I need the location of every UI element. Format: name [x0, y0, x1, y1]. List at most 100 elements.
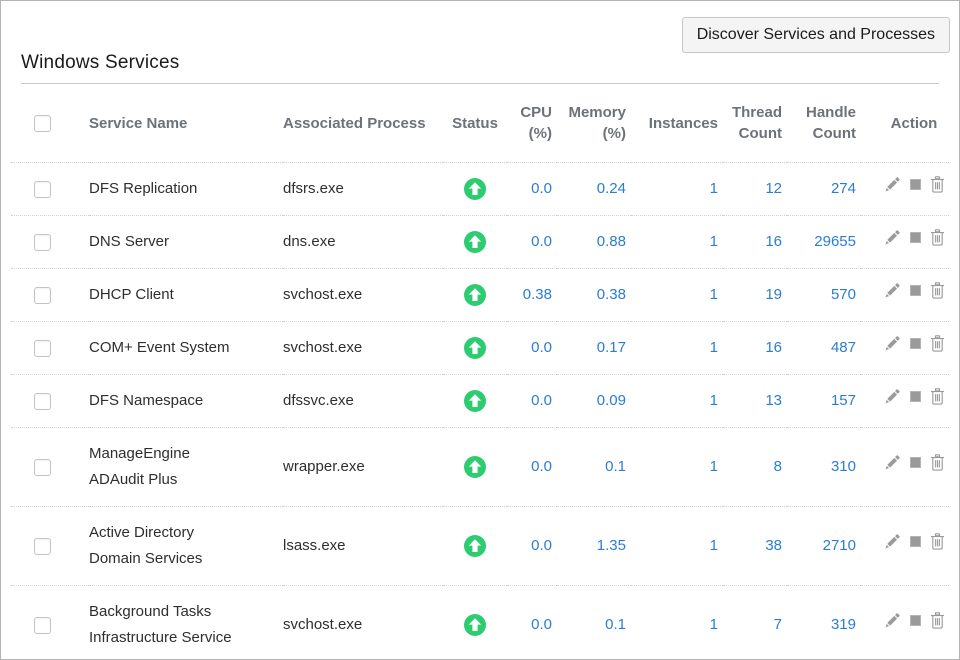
- stop-square-icon[interactable]: [910, 536, 921, 547]
- select-all-cell: [11, 84, 89, 163]
- action-icons: [884, 335, 945, 352]
- row-checkbox-cell: [11, 163, 89, 216]
- stop-square-icon[interactable]: [910, 285, 921, 296]
- handle-count-value: 274: [787, 163, 861, 216]
- memory-value: 0.1: [557, 586, 631, 660]
- delete-trash-icon[interactable]: [930, 388, 945, 405]
- services-table: Service Name Associated Process Status C…: [11, 84, 949, 660]
- row-checkbox[interactable]: [34, 617, 51, 634]
- table-row: DHCP Client svchost.exe 0.38 0.38 1 19 5…: [11, 269, 949, 322]
- row-checkbox-cell: [11, 322, 89, 375]
- action-cell: [861, 428, 949, 507]
- page-title: Windows Services: [21, 52, 939, 74]
- action-cell: [861, 216, 949, 269]
- row-checkbox[interactable]: [34, 234, 51, 251]
- table-row: Active Directory Domain Services lsass.e…: [11, 507, 949, 586]
- delete-trash-icon[interactable]: [930, 229, 945, 246]
- delete-trash-icon[interactable]: [930, 282, 945, 299]
- stop-square-icon[interactable]: [910, 457, 921, 468]
- action-cell: [861, 269, 949, 322]
- action-icons: [884, 454, 945, 471]
- status-cell: [443, 216, 507, 269]
- status-up-icon: [464, 231, 486, 253]
- row-checkbox[interactable]: [34, 459, 51, 476]
- row-checkbox-cell: [11, 428, 89, 507]
- edit-pencil-icon[interactable]: [884, 229, 901, 246]
- delete-trash-icon[interactable]: [930, 533, 945, 550]
- service-name: DNS Server: [89, 233, 169, 250]
- delete-trash-icon[interactable]: [930, 612, 945, 629]
- row-checkbox[interactable]: [34, 181, 51, 198]
- action-icons: [884, 612, 945, 629]
- row-checkbox-cell: [11, 586, 89, 660]
- column-header-associated-process[interactable]: Associated Process: [283, 84, 443, 163]
- delete-trash-icon[interactable]: [930, 176, 945, 193]
- windows-services-page: Discover Services and Processes Windows …: [0, 0, 960, 660]
- action-icons: [884, 176, 945, 193]
- cpu-value: 0.0: [507, 375, 557, 428]
- associated-process: svchost.exe: [283, 586, 443, 660]
- edit-pencil-icon[interactable]: [884, 612, 901, 629]
- service-name: DHCP Client: [89, 286, 174, 303]
- thread-count-value: 8: [723, 428, 787, 507]
- status-up-icon: [464, 337, 486, 359]
- cpu-value: 0.0: [507, 428, 557, 507]
- cpu-value: 0.0: [507, 586, 557, 660]
- edit-pencil-icon[interactable]: [884, 533, 901, 550]
- column-header-status[interactable]: Status: [443, 84, 507, 163]
- stop-square-icon[interactable]: [910, 615, 921, 626]
- associated-process: dfsrs.exe: [283, 163, 443, 216]
- row-checkbox[interactable]: [34, 393, 51, 410]
- column-header-service-name[interactable]: Service Name: [89, 84, 283, 163]
- thread-count-value: 7: [723, 586, 787, 660]
- stop-square-icon[interactable]: [910, 338, 921, 349]
- services-table-body: DFS Replication dfsrs.exe 0.0 0.24 1 12 …: [11, 163, 949, 660]
- cpu-value: 0.0: [507, 163, 557, 216]
- cpu-value: 0.0: [507, 507, 557, 586]
- column-header-handle-count[interactable]: Handle Count: [787, 84, 861, 163]
- memory-value: 0.1: [557, 428, 631, 507]
- status-cell: [443, 375, 507, 428]
- stop-square-icon[interactable]: [910, 232, 921, 243]
- cpu-value: 0.38: [507, 269, 557, 322]
- memory-value: 0.09: [557, 375, 631, 428]
- handle-count-value: 29655: [787, 216, 861, 269]
- edit-pencil-icon[interactable]: [884, 176, 901, 193]
- handle-count-value: 570: [787, 269, 861, 322]
- row-checkbox[interactable]: [34, 538, 51, 555]
- status-up-icon: [464, 390, 486, 412]
- column-header-cpu[interactable]: CPU (%): [507, 84, 557, 163]
- stop-square-icon[interactable]: [910, 179, 921, 190]
- memory-value: 0.17: [557, 322, 631, 375]
- row-checkbox[interactable]: [34, 340, 51, 357]
- associated-process: svchost.exe: [283, 322, 443, 375]
- action-icons: [884, 388, 945, 405]
- delete-trash-icon[interactable]: [930, 335, 945, 352]
- service-name: DFS Replication: [89, 180, 197, 197]
- row-checkbox[interactable]: [34, 287, 51, 304]
- stop-square-icon[interactable]: [910, 391, 921, 402]
- discover-services-button[interactable]: Discover Services and Processes: [682, 17, 950, 53]
- status-cell: [443, 507, 507, 586]
- thread-count-value: 19: [723, 269, 787, 322]
- row-checkbox-cell: [11, 375, 89, 428]
- column-header-instances[interactable]: Instances: [631, 84, 723, 163]
- thread-count-value: 16: [723, 322, 787, 375]
- instances-value: 1: [631, 507, 723, 586]
- edit-pencil-icon[interactable]: [884, 335, 901, 352]
- edit-pencil-icon[interactable]: [884, 282, 901, 299]
- column-header-memory[interactable]: Memory (%): [557, 84, 631, 163]
- edit-pencil-icon[interactable]: [884, 388, 901, 405]
- status-cell: [443, 322, 507, 375]
- column-header-thread-count[interactable]: Thread Count: [723, 84, 787, 163]
- status-up-icon: [464, 178, 486, 200]
- associated-process: dns.exe: [283, 216, 443, 269]
- edit-pencil-icon[interactable]: [884, 454, 901, 471]
- handle-count-value: 310: [787, 428, 861, 507]
- select-all-checkbox[interactable]: [34, 115, 51, 132]
- table-row: COM+ Event System svchost.exe 0.0 0.17 1…: [11, 322, 949, 375]
- column-header-action: Action: [861, 84, 949, 163]
- status-up-icon: [464, 535, 486, 557]
- delete-trash-icon[interactable]: [930, 454, 945, 471]
- table-row: DNS Server dns.exe 0.0 0.88 1 16 29655: [11, 216, 949, 269]
